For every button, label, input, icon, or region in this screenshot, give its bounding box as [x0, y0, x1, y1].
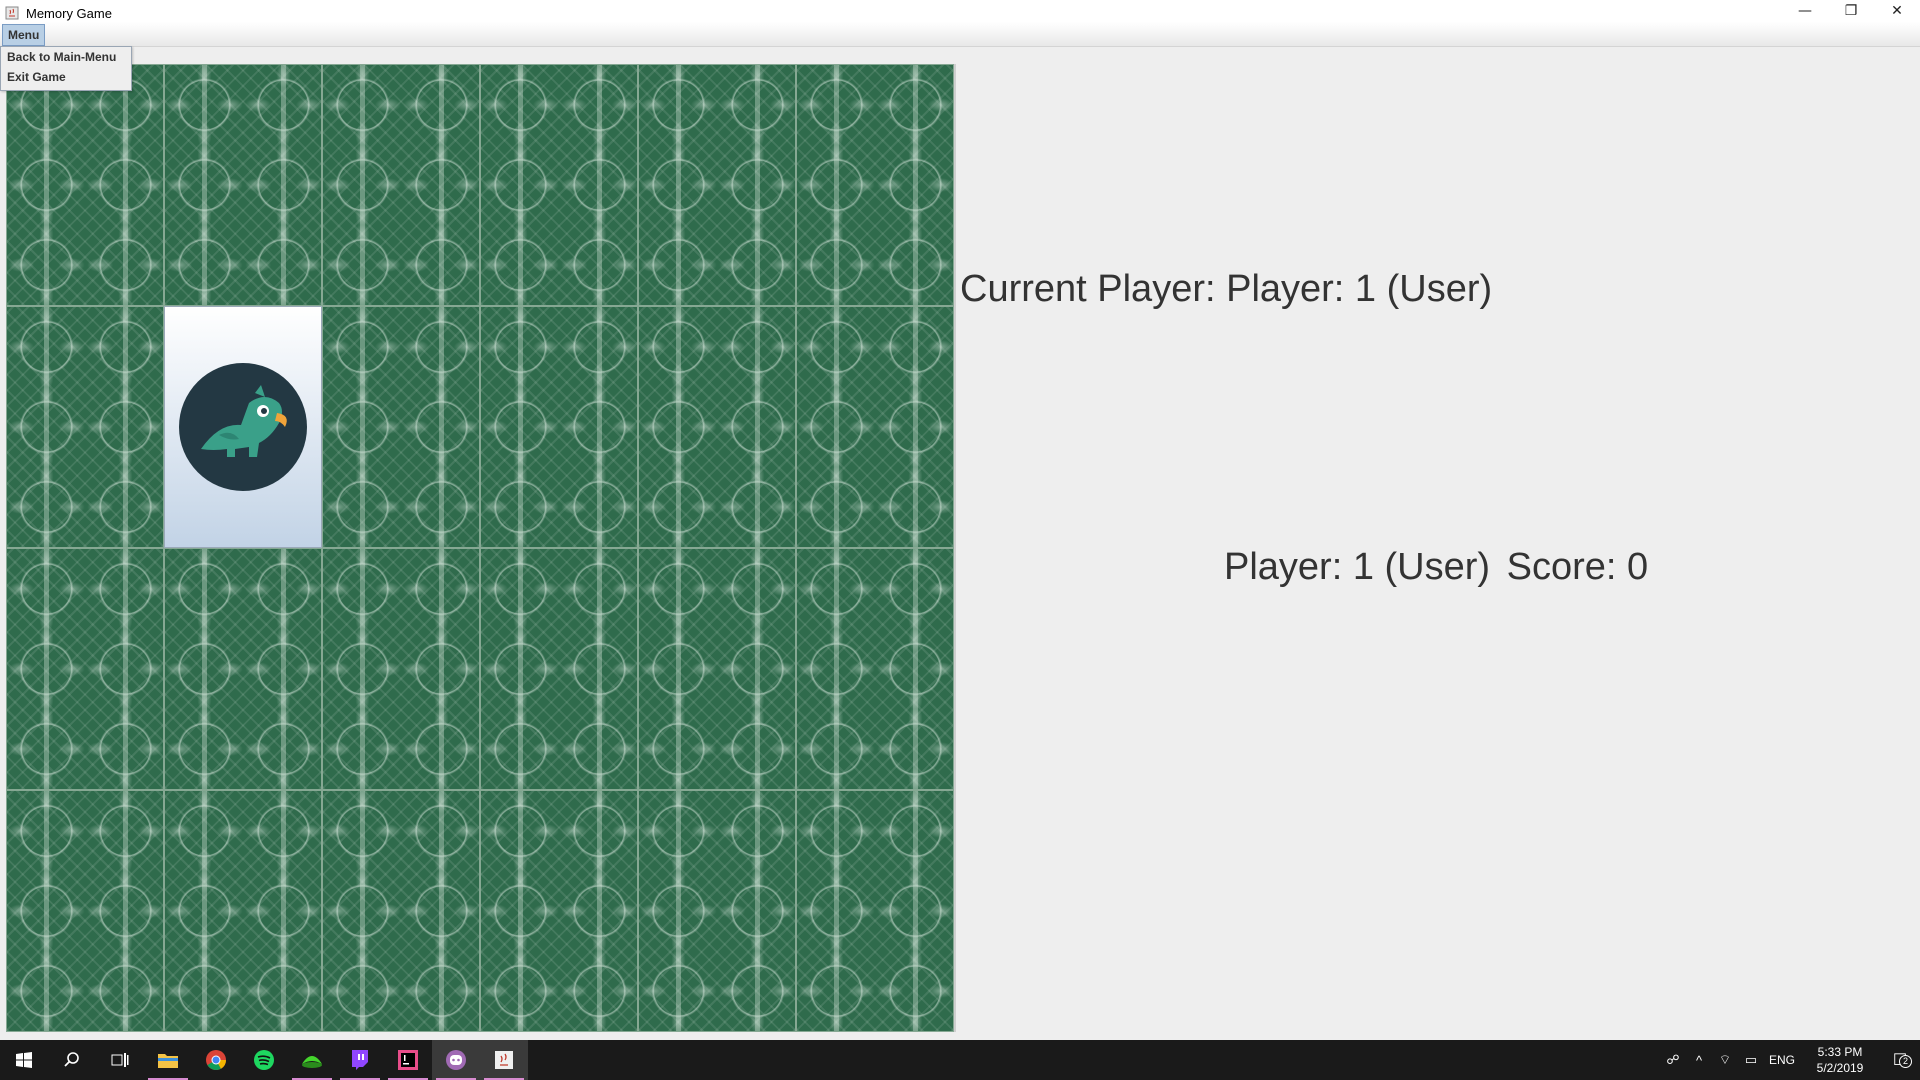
memory-card[interactable] [164, 790, 322, 1032]
clock-time: 5:33 PM [1817, 1045, 1863, 1059]
spotify-icon [254, 1050, 274, 1070]
memory-card[interactable] [6, 790, 164, 1032]
taskbar-app-twitch[interactable] [336, 1040, 384, 1080]
menu-button[interactable]: Menu [2, 24, 46, 46]
menu-bar: Menu [0, 22, 1920, 47]
language-indicator[interactable]: ENG [1764, 1053, 1800, 1067]
notification-count: 2 [1899, 1055, 1912, 1068]
score-row: Player: 1 (User) Score: 0 [1224, 546, 1654, 589]
memory-card[interactable] [322, 64, 480, 306]
memory-card[interactable] [480, 548, 638, 790]
minimize-button[interactable]: — [1782, 0, 1828, 22]
player-label: Player: 1 (User) [1224, 546, 1491, 588]
system-tray: ☍ ^ ⌔ ▭ ENG 5:33 PM 5/2/2019 ☐ 2 [1660, 1040, 1920, 1080]
start-button[interactable] [0, 1040, 48, 1080]
taskbar-app-spotify[interactable] [240, 1040, 288, 1080]
memory-card[interactable] [164, 548, 322, 790]
memory-card-revealed[interactable] [164, 306, 322, 548]
memory-card[interactable] [796, 306, 954, 548]
memory-card[interactable] [638, 64, 796, 306]
menu-dropdown: Back to Main-Menu Exit Game [0, 46, 132, 91]
exit-game-item[interactable]: Exit Game [1, 67, 131, 87]
memory-card[interactable] [6, 306, 164, 548]
parrot-icon [179, 363, 307, 491]
memory-card[interactable] [480, 64, 638, 306]
memory-card[interactable] [480, 306, 638, 548]
discord-icon [446, 1050, 466, 1070]
taskbar: ☍ ^ ⌔ ▭ ENG 5:33 PM 5/2/2019 ☐ 2 [0, 1040, 1920, 1080]
chevron-up-icon[interactable]: ^ [1686, 1053, 1712, 1068]
twitch-icon [352, 1050, 368, 1070]
memory-card[interactable] [480, 790, 638, 1032]
back-to-main-menu-item[interactable]: Back to Main-Menu [1, 47, 131, 67]
folder-icon [158, 1054, 178, 1068]
memory-card[interactable] [322, 548, 480, 790]
task-view-button[interactable] [96, 1040, 144, 1080]
clock[interactable]: 5:33 PM 5/2/2019 [1800, 1044, 1880, 1076]
action-center-button[interactable]: ☐ 2 [1880, 1050, 1920, 1070]
card-board [6, 64, 956, 1032]
memory-card[interactable] [322, 306, 480, 548]
clock-date: 5/2/2019 [1816, 1061, 1864, 1075]
razer-icon [302, 1056, 322, 1068]
taskbar-app-discord[interactable] [432, 1040, 480, 1080]
memory-card[interactable] [6, 548, 164, 790]
people-icon[interactable]: ☍ [1660, 1052, 1686, 1068]
restore-button[interactable]: ❐ [1828, 0, 1874, 22]
search-icon [64, 1052, 79, 1067]
network-icon[interactable]: ⌔ [1712, 1052, 1738, 1068]
memory-card[interactable] [796, 64, 954, 306]
score-label: Score: 0 [1506, 546, 1649, 588]
search-button[interactable] [48, 1040, 96, 1080]
window-title: Memory Game [26, 5, 112, 21]
battery-icon[interactable]: ▭ [1738, 1052, 1764, 1068]
task-view-icon [111, 1053, 129, 1067]
memory-card[interactable] [796, 790, 954, 1032]
java-app-icon [5, 6, 19, 20]
chrome-icon [206, 1050, 227, 1071]
taskbar-app-file-explorer[interactable] [144, 1040, 192, 1080]
memory-card[interactable] [638, 306, 796, 548]
windows-icon [16, 1052, 32, 1068]
taskbar-app-intellij[interactable] [384, 1040, 432, 1080]
java-icon [495, 1051, 513, 1069]
memory-card[interactable] [796, 548, 954, 790]
taskbar-app-chrome[interactable] [192, 1040, 240, 1080]
close-button[interactable]: ✕ [1874, 0, 1920, 22]
memory-card[interactable] [6, 64, 164, 306]
current-player-label: Current Player: Player: 1 (User) [960, 268, 1493, 310]
intellij-icon [398, 1050, 418, 1070]
memory-card[interactable] [322, 790, 480, 1032]
memory-card[interactable] [638, 548, 796, 790]
taskbar-app-razer[interactable] [288, 1040, 336, 1080]
memory-card[interactable] [638, 790, 796, 1032]
memory-card[interactable] [164, 64, 322, 306]
taskbar-app-java[interactable] [480, 1040, 528, 1080]
